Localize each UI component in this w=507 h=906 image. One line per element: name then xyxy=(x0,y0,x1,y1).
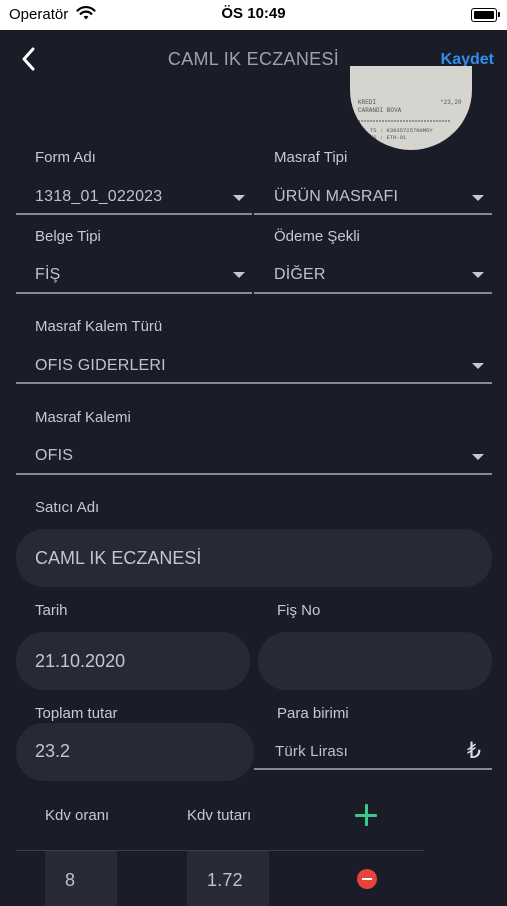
vendor-label: Satıcı Adı xyxy=(35,499,100,516)
document-type-select[interactable]: FİŞ xyxy=(35,266,61,284)
expense-item-type-underline xyxy=(16,382,492,384)
battery-icon xyxy=(471,8,500,22)
date-label: Tarih xyxy=(35,602,68,619)
payment-method-label: Ödeme Şekli xyxy=(274,228,360,245)
receipt-no-field[interactable] xyxy=(258,632,492,690)
payment-method-underline xyxy=(254,292,492,294)
clock: ÖS 10:49 xyxy=(221,5,286,22)
kdv-rate-field[interactable]: 8 xyxy=(45,851,117,906)
receipt-line: CARANDI BOVA xyxy=(358,107,402,114)
currency-select[interactable]: Türk Lirası xyxy=(275,743,348,760)
currency-underline xyxy=(254,768,492,770)
expense-item-label: Masraf Kalemi xyxy=(35,409,131,426)
payment-method-select[interactable]: DİĞER xyxy=(274,266,326,284)
expense-item-type-select[interactable]: OFIS GIDERLERI xyxy=(35,357,166,375)
kdv-rate-value: 8 xyxy=(65,870,76,890)
kdv-amount-label: Kdv tutarı xyxy=(187,807,252,824)
date-field[interactable]: 21.10.2020 xyxy=(16,632,250,690)
form-name-select[interactable]: 1318_01_022023 xyxy=(35,188,162,206)
expense-type-select[interactable]: ÜRÜN MASRAFI xyxy=(274,188,398,206)
remove-kdv-button[interactable] xyxy=(357,869,377,889)
status-bar: Operatör ÖS 10:49 xyxy=(0,0,507,30)
total-label: Toplam tutar xyxy=(35,705,118,722)
expense-type-underline xyxy=(254,213,492,215)
total-field[interactable]: 23.2 xyxy=(16,723,254,781)
vendor-value: CAML IK ECZANESİ xyxy=(35,548,202,568)
lira-icon: ₺ xyxy=(467,738,482,763)
document-type-underline xyxy=(16,292,252,294)
kdv-amount-field[interactable]: 1.72 xyxy=(187,851,269,906)
chevron-down-icon[interactable] xyxy=(472,454,484,460)
chevron-down-icon[interactable] xyxy=(233,195,245,201)
form-name-label: Form Adı xyxy=(35,149,96,166)
kdv-rate-label: Kdv oranı xyxy=(45,807,110,824)
expense-type-label: Masraf Tipi xyxy=(274,149,348,166)
form-name-underline xyxy=(16,213,252,215)
receipt-line: TS : ETH-01 xyxy=(370,134,407,141)
expense-item-type-label: Masraf Kalem Türü xyxy=(35,318,163,335)
vendor-field[interactable]: CAML IK ECZANESİ xyxy=(16,529,492,587)
chevron-down-icon[interactable] xyxy=(472,363,484,369)
expense-item-underline xyxy=(16,473,492,475)
chevron-down-icon[interactable] xyxy=(233,272,245,278)
receipt-image[interactable]: KREDİ CARANDI BOVA *23,20 TS : K38357257… xyxy=(350,66,472,150)
chevron-down-icon[interactable] xyxy=(472,195,484,201)
expense-item-select[interactable]: OFIS xyxy=(35,447,73,465)
add-kdv-button[interactable] xyxy=(355,804,377,826)
receipt-no-label: Fiş No xyxy=(277,602,321,619)
receipt-line: TS : K38357257N0MDY xyxy=(370,127,433,134)
total-value: 23.2 xyxy=(35,741,71,761)
receipt-line: *23,20 xyxy=(440,99,462,106)
date-value: 21.10.2020 xyxy=(35,651,126,671)
kdv-amount-value: 1.72 xyxy=(207,870,243,890)
currency-label: Para birimi xyxy=(277,705,349,722)
document-type-label: Belge Tipi xyxy=(35,228,101,245)
receipt-line: KREDİ xyxy=(358,99,376,106)
chevron-down-icon[interactable] xyxy=(472,272,484,278)
